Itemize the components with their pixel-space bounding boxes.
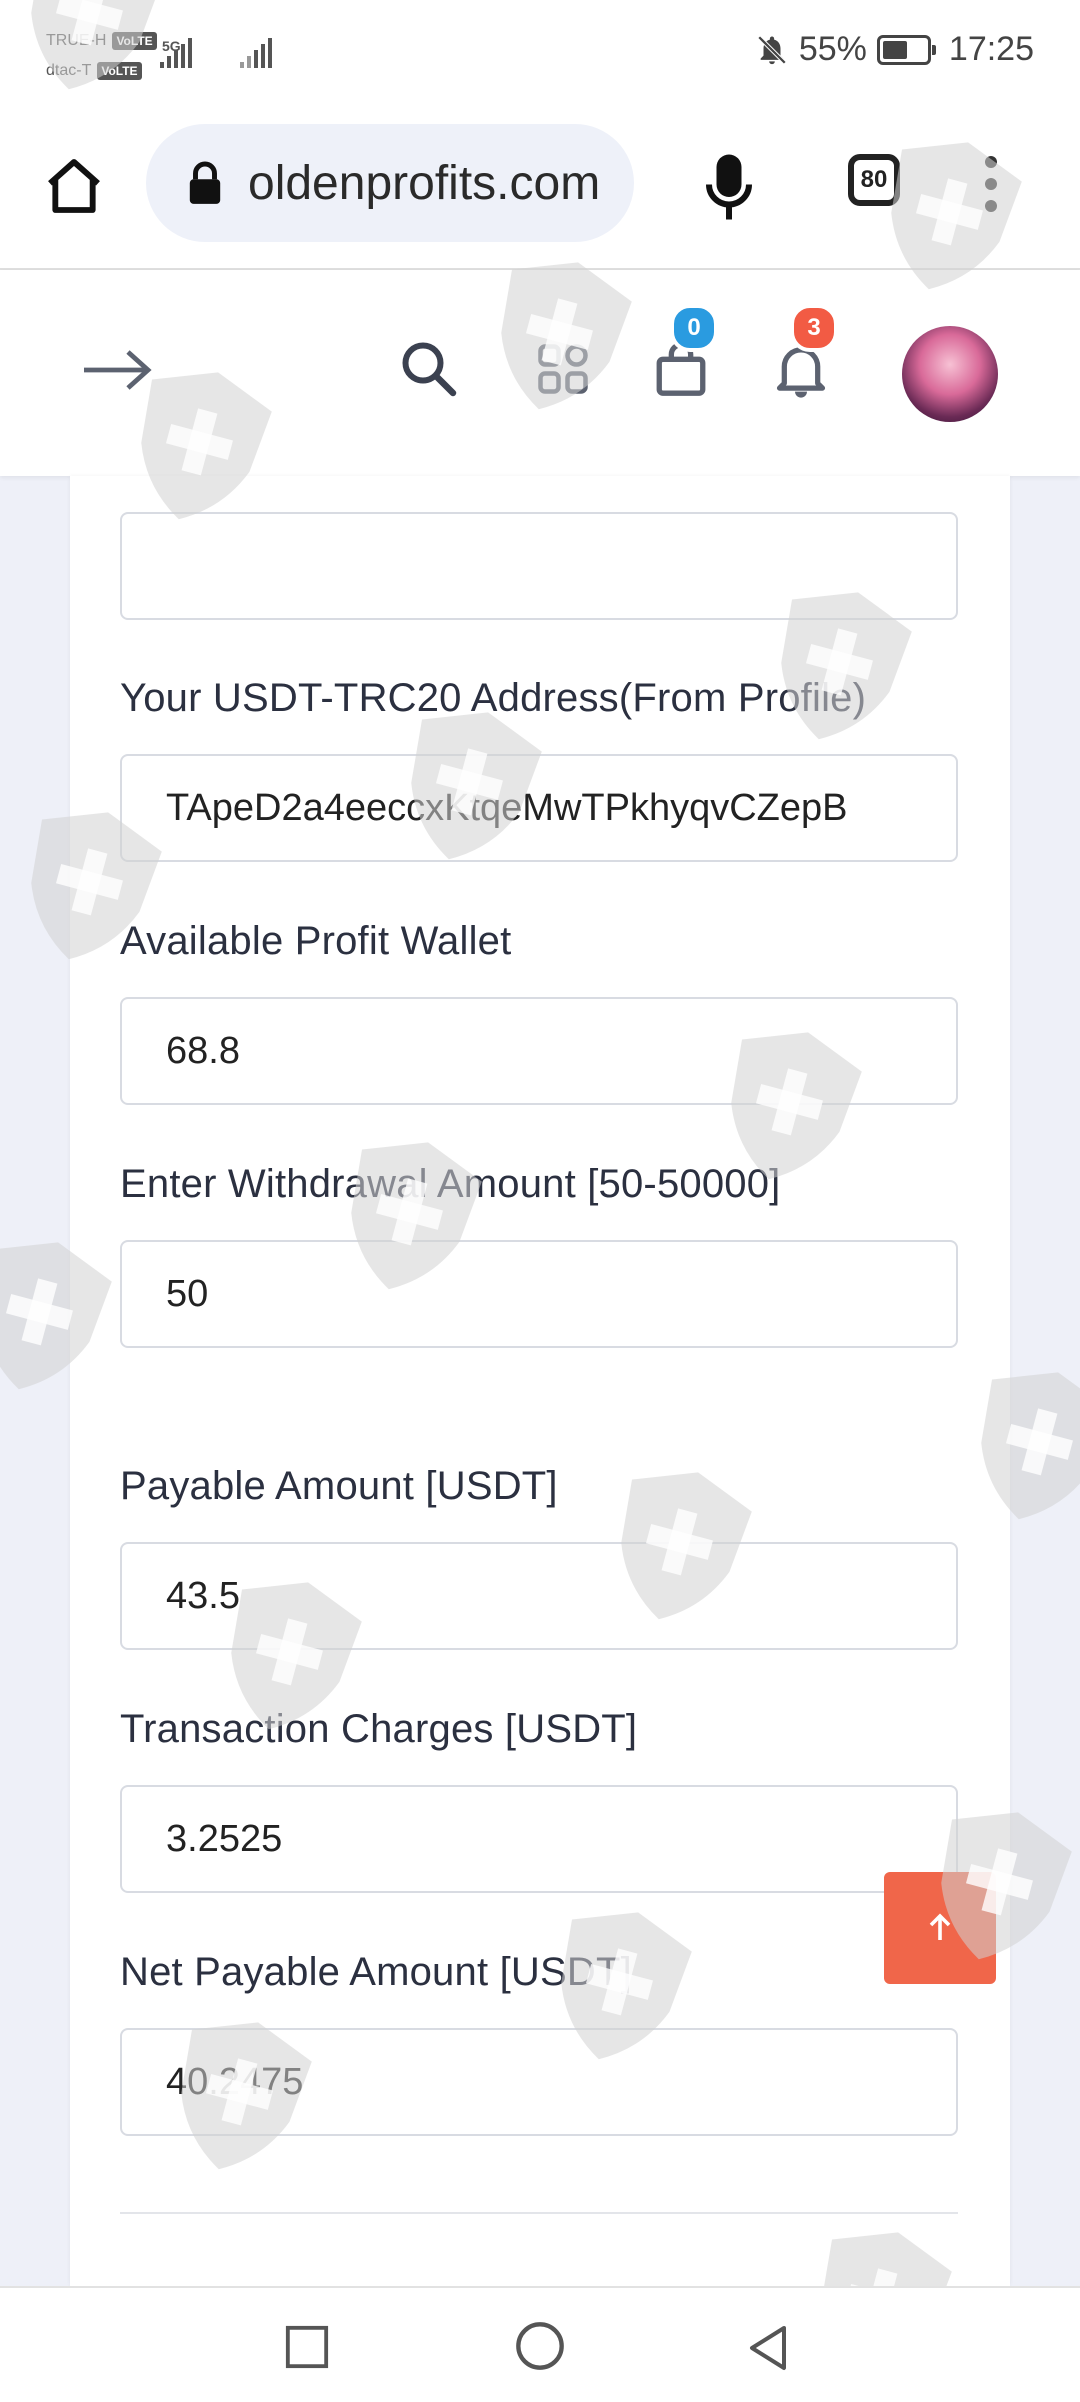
withdrawal-amount-label: Enter Withdrawal Amount [50-50000] <box>120 1162 781 1206</box>
mic-icon[interactable] <box>704 152 754 222</box>
arrow-right-icon[interactable] <box>82 348 154 392</box>
available-profit-label: Available Profit Wallet <box>120 919 512 963</box>
battery-percent: 55% <box>798 30 867 68</box>
clock: 17:25 <box>948 30 1034 68</box>
withdrawal-form: Your USDT-TRC20 Address(From Profile) TA… <box>70 476 1010 2286</box>
home-icon[interactable] <box>42 154 106 218</box>
apps-icon[interactable] <box>536 342 590 396</box>
transaction-charges-field[interactable]: 3.2525 <box>120 1785 958 1893</box>
menu-icon[interactable] <box>985 156 999 216</box>
divider <box>120 2212 958 2214</box>
status-bar: TRUE-H VoLTE dtac-T VoLTE 5G 55% 17:25 <box>0 0 1080 112</box>
url-text: oldenprofits.com <box>248 156 601 210</box>
notifications-badge: 3 <box>790 304 838 352</box>
withdrawal-amount-field[interactable]: 50 <box>120 1240 958 1348</box>
lock-icon <box>189 161 221 204</box>
net-payable-field[interactable]: 40.2475 <box>120 2028 958 2136</box>
system-nav-bar <box>0 2286 1080 2402</box>
volte-badge: VoLTE <box>112 32 157 50</box>
payable-amount-field[interactable]: 43.5 <box>120 1542 958 1650</box>
tabs-button[interactable]: 80 <box>848 154 900 206</box>
usdt-address-field[interactable]: TApeD2a4eeccxKtqeMwTPkhyqvCZepB <box>120 754 958 862</box>
carrier-1: TRUE-H <box>46 32 107 49</box>
carrier-2: dtac-T <box>46 62 92 79</box>
volte-badge: VoLTE <box>97 62 142 80</box>
carrier-info: TRUE-H VoLTE dtac-T VoLTE <box>46 26 157 86</box>
square-icon[interactable] <box>284 2324 330 2370</box>
net-payable-label: Net Payable Amount [USDT] <box>120 1950 632 1994</box>
search-icon[interactable] <box>398 338 458 398</box>
transaction-charges-label: Transaction Charges [USDT] <box>120 1707 638 1751</box>
bell-off-icon <box>757 35 787 64</box>
address-bar[interactable]: oldenprofits.com <box>146 124 634 242</box>
signal-icon <box>240 38 272 68</box>
browser-toolbar: oldenprofits.com 80 <box>0 112 1080 270</box>
payable-amount-label: Payable Amount [USDT] <box>120 1464 558 1508</box>
available-profit-field[interactable]: 68.8 <box>120 997 958 1105</box>
network-type: 5G <box>162 38 181 54</box>
cart-badge: 0 <box>670 304 718 352</box>
avatar[interactable] <box>902 326 998 422</box>
circle-icon[interactable] <box>514 2320 566 2372</box>
scroll-top-button[interactable] <box>884 1872 996 1984</box>
arrow-up-icon <box>929 1913 951 1940</box>
battery-icon <box>876 34 936 65</box>
usdt-address-label: Your USDT-TRC20 Address(From Profile) <box>120 676 867 720</box>
hidden-top-field[interactable] <box>120 512 958 620</box>
site-header: 0 3 <box>0 270 1080 476</box>
back-icon[interactable] <box>744 2324 792 2372</box>
